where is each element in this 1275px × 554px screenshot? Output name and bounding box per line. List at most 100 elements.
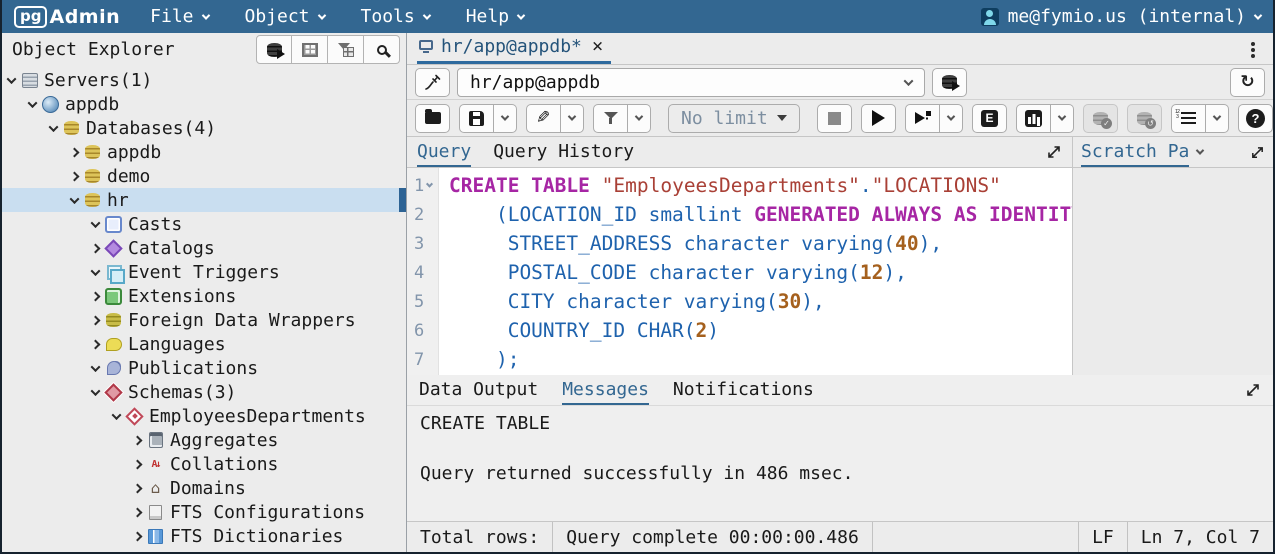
code-line: POSTAL_CODE character varying(12),	[449, 258, 1072, 287]
tab-scratch-pad[interactable]: Scratch Pa	[1081, 137, 1189, 167]
query-tool-tab[interactable]: hr/app@appdb* ×	[417, 34, 611, 64]
editor-tabbar: Query Query History	[407, 137, 1072, 168]
edit-button[interactable]: ✎	[526, 104, 561, 133]
sql-code[interactable]: CREATE TABLE "EmployeesDepartments"."LOC…	[439, 168, 1072, 375]
chevron-down-icon[interactable]	[49, 122, 59, 132]
connect-database-button[interactable]	[256, 35, 292, 64]
close-tab-icon[interactable]: ×	[590, 37, 605, 56]
explain-options-button[interactable]	[1051, 104, 1074, 133]
scratch-pad-area[interactable]	[1073, 168, 1273, 375]
statusbar: Total rows: Query complete 00:00:00.486 …	[407, 521, 1273, 552]
user-menu[interactable]: me@fymio.us (internal)	[981, 6, 1261, 27]
fold-icon[interactable]	[426, 181, 433, 188]
menu-help[interactable]: Help	[466, 6, 524, 27]
tree-item-publications[interactable]: Publications	[2, 356, 406, 380]
chevron-down-icon[interactable]	[112, 410, 122, 420]
row-limit-select[interactable]: No limit	[668, 104, 800, 133]
connection-status-button[interactable]	[415, 68, 450, 97]
chevron-right-icon[interactable]	[133, 483, 143, 493]
chevron-right-icon[interactable]	[91, 243, 101, 253]
chevron-right-icon[interactable]	[133, 435, 143, 445]
expand-editor-icon[interactable]	[1046, 144, 1062, 160]
new-connection-button[interactable]	[932, 68, 967, 97]
dropdown-arrow-icon	[777, 115, 787, 121]
tree-item-foreign-data-wrappers[interactable]: Foreign Data Wrappers	[2, 308, 406, 332]
chevron-down-icon[interactable]	[91, 362, 101, 372]
chevron-down-icon[interactable]	[28, 98, 38, 108]
tree-item-appdb[interactable]: appdb	[2, 140, 406, 164]
tree-item-hr[interactable]: hr	[2, 188, 406, 212]
chevron-down-icon[interactable]	[7, 74, 17, 84]
chevron-right-icon[interactable]	[70, 171, 80, 181]
save-options-button[interactable]	[494, 104, 517, 133]
chevron-right-icon[interactable]	[70, 147, 80, 157]
save-button[interactable]	[459, 104, 494, 133]
filtered-rows-button[interactable]	[328, 35, 364, 64]
tree-item-servers-1[interactable]: Servers(1)	[2, 68, 406, 92]
chevron-right-icon[interactable]	[133, 507, 143, 517]
menu-tools[interactable]: Tools	[361, 6, 430, 27]
kebab-menu-icon[interactable]	[1251, 42, 1255, 46]
tab-messages[interactable]: Messages	[562, 375, 649, 405]
tree-item-schemas-3[interactable]: Schemas(3)	[2, 380, 406, 404]
tree-item-demo[interactable]: demo	[2, 164, 406, 188]
filter-button[interactable]	[593, 104, 628, 133]
object-explorer-tree: Servers(1)appdbDatabases(4)appdbdemohrCa…	[2, 66, 406, 552]
expand-scratch-icon[interactable]	[1250, 145, 1265, 160]
edit-options-button[interactable]	[561, 104, 584, 133]
tab-query-history[interactable]: Query History	[493, 137, 634, 167]
chevron-down-icon[interactable]	[91, 386, 101, 396]
tree-item-appdb[interactable]: appdb	[2, 92, 406, 116]
macros-options-button[interactable]	[1206, 104, 1229, 133]
connection-select[interactable]: hr/app@appdb	[457, 68, 925, 97]
view-data-button[interactable]	[292, 35, 328, 64]
execute-dropdown-button[interactable]	[940, 104, 963, 133]
tree-item-fts-configurations[interactable]: FTS Configurations	[2, 500, 406, 524]
tab-notifications[interactable]: Notifications	[673, 375, 814, 405]
scratch-pad-panel: Scratch Pa	[1072, 137, 1273, 375]
chevron-down-icon[interactable]	[1196, 146, 1204, 154]
chevron-right-icon[interactable]	[133, 531, 143, 541]
menu-file[interactable]: File	[150, 6, 208, 27]
code-line: CITY character varying(30),	[449, 287, 1072, 316]
menu-object[interactable]: Object	[245, 6, 325, 27]
tree-item-employeesdepartments[interactable]: EmployeesDepartments	[2, 404, 406, 428]
help-button[interactable]: ?	[1238, 104, 1273, 133]
tree-item-collations[interactable]: Collations	[2, 452, 406, 476]
chevron-right-icon[interactable]	[91, 315, 101, 325]
chevron-right-icon[interactable]	[133, 459, 143, 469]
chevron-down-icon	[517, 11, 525, 19]
stop-button[interactable]	[817, 104, 852, 133]
chevron-down-icon[interactable]	[91, 218, 101, 228]
eol-indicator[interactable]: LF	[1079, 522, 1127, 552]
tree-item-label: FTS Dictionaries	[170, 526, 343, 547]
tree-item-extensions[interactable]: Extensions	[2, 284, 406, 308]
tree-item-label: Databases(4)	[86, 118, 216, 139]
tree-item-databases-4[interactable]: Databases(4)	[2, 116, 406, 140]
filter-options-button[interactable]	[628, 104, 651, 133]
execute-button[interactable]	[861, 104, 896, 133]
explain-button[interactable]: E	[972, 104, 1007, 133]
expand-output-icon[interactable]	[1245, 382, 1261, 398]
tree-item-domains[interactable]: Domains	[2, 476, 406, 500]
open-file-button[interactable]	[415, 104, 450, 133]
search-objects-button[interactable]	[364, 35, 400, 64]
menu-object-label: Object	[245, 6, 310, 27]
tree-item-languages[interactable]: Languages	[2, 332, 406, 356]
sql-editor[interactable]: 1234567 CREATE TABLE "EmployeesDepartmen…	[407, 168, 1072, 375]
chevron-down-icon[interactable]	[91, 266, 101, 276]
chevron-right-icon[interactable]	[91, 291, 101, 301]
tab-data-output[interactable]: Data Output	[419, 375, 538, 405]
macros-button[interactable]	[1171, 104, 1206, 133]
tab-query[interactable]: Query	[417, 137, 471, 167]
tree-item-event-triggers[interactable]: Event Triggers	[2, 260, 406, 284]
reset-layout-button[interactable]: ↻	[1230, 68, 1265, 97]
explain-analyze-button[interactable]	[1016, 104, 1051, 133]
chevron-right-icon[interactable]	[91, 339, 101, 349]
tree-item-fts-dictionaries[interactable]: FTS Dictionaries	[2, 524, 406, 548]
tree-item-casts[interactable]: Casts	[2, 212, 406, 236]
tree-item-aggregates[interactable]: Aggregates	[2, 428, 406, 452]
chevron-down-icon[interactable]	[70, 194, 80, 204]
tree-item-catalogs[interactable]: Catalogs	[2, 236, 406, 260]
execute-options-button[interactable]	[905, 104, 940, 133]
